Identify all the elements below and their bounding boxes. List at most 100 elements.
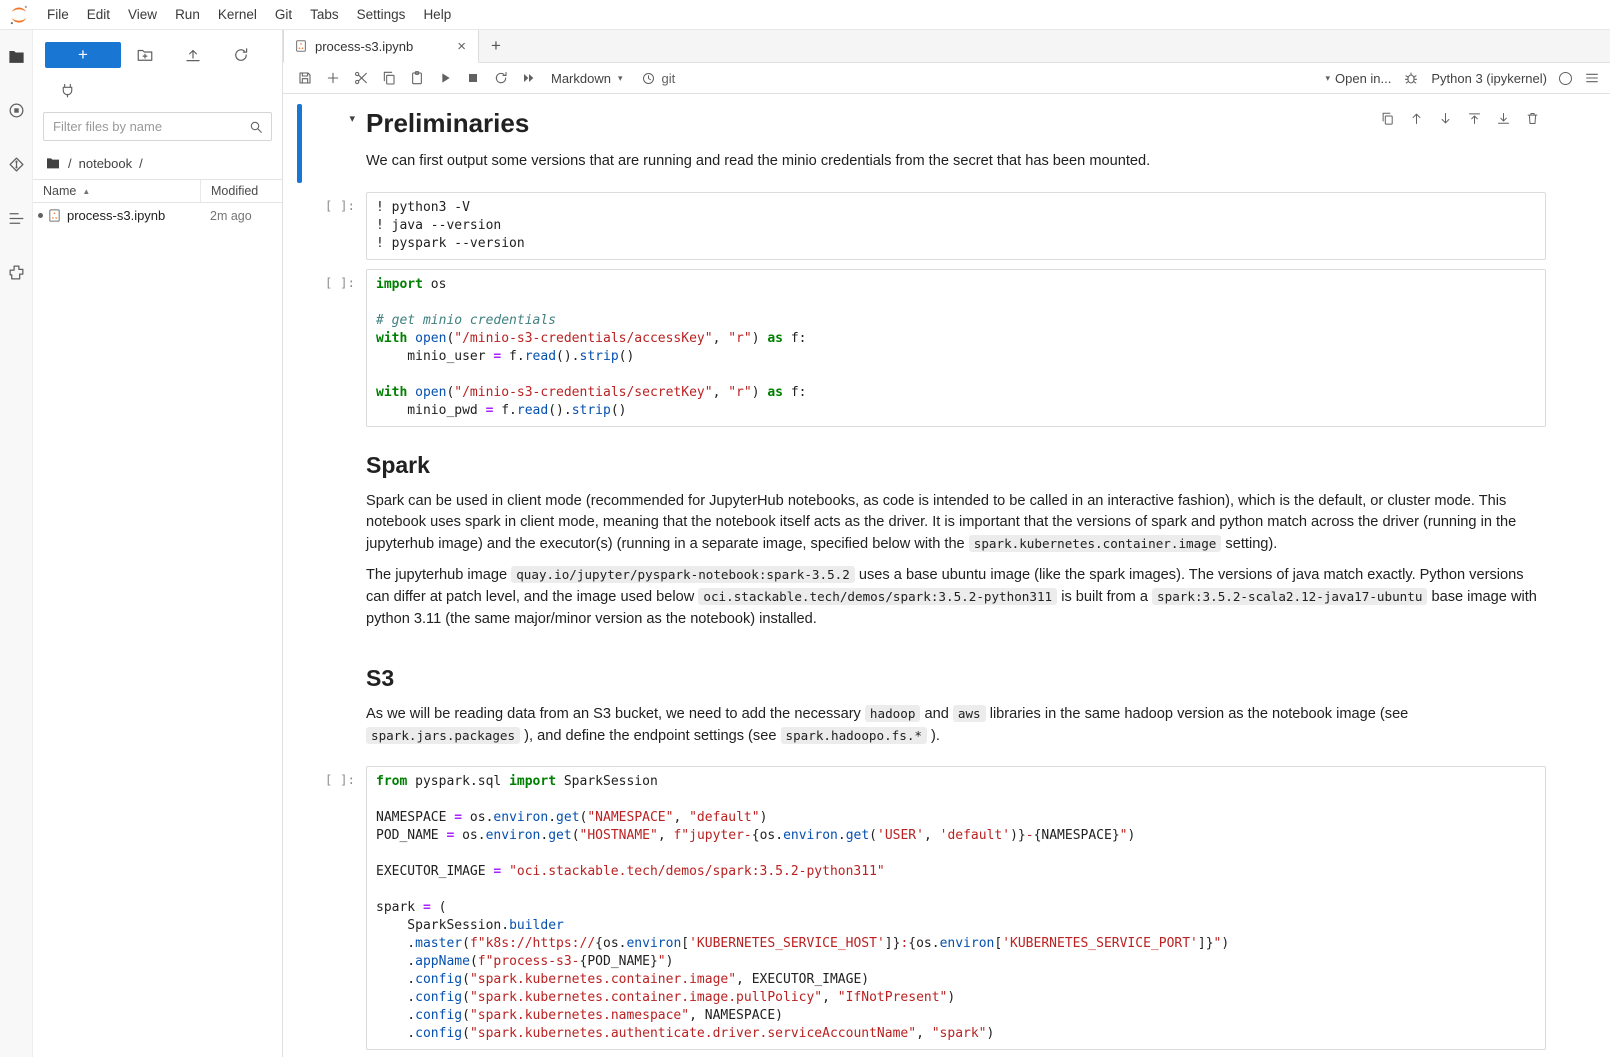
refresh-file-list-icon[interactable] bbox=[231, 45, 251, 65]
menubar: File Edit View Run Kernel Git Tabs Setti… bbox=[0, 0, 1610, 30]
run-cell-button[interactable] bbox=[431, 66, 459, 91]
fast-forward-icon bbox=[521, 70, 537, 86]
interrupt-kernel-button[interactable] bbox=[459, 66, 487, 91]
new-launcher-button[interactable]: + bbox=[45, 42, 121, 68]
restart-run-all-button[interactable] bbox=[515, 66, 543, 91]
tab-label: process-s3.ipynb bbox=[315, 39, 448, 54]
duplicate-cell-icon bbox=[1380, 111, 1395, 126]
new-folder-icon[interactable] bbox=[135, 45, 155, 65]
menu-kernel[interactable]: Kernel bbox=[209, 0, 266, 30]
menu-help[interactable]: Help bbox=[414, 0, 460, 30]
chevron-down-icon: ▾ bbox=[1325, 73, 1330, 84]
open-in-dropdown[interactable]: ▾ Open in... bbox=[1325, 71, 1391, 86]
move-cell-up-button[interactable] bbox=[1404, 107, 1428, 129]
delete-cell-button[interactable] bbox=[1520, 107, 1544, 129]
stop-icon bbox=[465, 70, 481, 86]
menu-file[interactable]: File bbox=[38, 0, 78, 30]
search-icon bbox=[248, 119, 264, 135]
insert-cell-below-icon bbox=[1496, 111, 1511, 126]
cut-icon bbox=[353, 70, 369, 86]
cell-prompt: [ ]: bbox=[302, 269, 366, 427]
file-browser-toolbar: + bbox=[33, 30, 282, 70]
kernel-name[interactable]: Python 3 (ipykernel) bbox=[1431, 71, 1547, 86]
git-toolbar-label[interactable]: git bbox=[662, 71, 676, 86]
notebook-cells: ▾ Preliminaries We can first output some v… bbox=[283, 104, 1610, 1050]
markdown-heading: Preliminaries bbox=[366, 108, 1546, 139]
cell-prompt bbox=[302, 649, 366, 757]
paste-cell-button[interactable] bbox=[403, 66, 431, 91]
menu-git[interactable]: Git bbox=[266, 0, 301, 30]
inline-code: oci.stackable.tech/demos/spark:3.5.2-pyt… bbox=[698, 588, 1057, 605]
cell-prompt: [ ]: bbox=[302, 192, 366, 260]
code-editor[interactable]: from pyspark.sql import SparkSession NAM… bbox=[366, 766, 1546, 1050]
cell-prompt: ▾ bbox=[302, 104, 366, 183]
code-editor[interactable]: import os # get minio credentialswith op… bbox=[366, 269, 1546, 427]
cut-cell-button[interactable] bbox=[347, 66, 375, 91]
run-icon bbox=[437, 70, 453, 86]
close-tab-icon[interactable]: × bbox=[455, 38, 468, 55]
debugger-bug-icon[interactable] bbox=[1403, 70, 1419, 86]
code-cell[interactable]: [ ]:from pyspark.sql import SparkSession… bbox=[297, 766, 1546, 1050]
markdown-cell[interactable]: Spark Spark can be used in client mode (r… bbox=[297, 436, 1546, 641]
breadcrumb-folder[interactable]: notebook bbox=[79, 156, 133, 171]
file-list-item[interactable]: process-s3.ipynb 2m ago bbox=[33, 203, 282, 228]
table-of-contents-tab-icon[interactable] bbox=[4, 206, 28, 230]
duplicate-cell-button[interactable] bbox=[1375, 107, 1399, 129]
insert-cell-above-button[interactable] bbox=[1462, 107, 1486, 129]
file-list-header: Name ▲ Modified bbox=[33, 179, 282, 203]
running-kernels-tab-icon[interactable] bbox=[4, 98, 28, 122]
history-icon[interactable] bbox=[641, 71, 656, 86]
breadcrumb[interactable]: / notebook / bbox=[33, 145, 282, 179]
heading-collapse-icon[interactable]: ▾ bbox=[349, 113, 355, 125]
inline-code: aws bbox=[953, 705, 986, 722]
insert-cell-below-button[interactable] bbox=[1491, 107, 1515, 129]
breadcrumb-sep: / bbox=[139, 156, 143, 171]
copy-cell-button[interactable] bbox=[375, 66, 403, 91]
tab-process-s3[interactable]: process-s3.ipynb × bbox=[283, 30, 479, 63]
file-browser-tab-icon[interactable] bbox=[4, 44, 28, 68]
sort-ascending-icon: ▲ bbox=[82, 187, 90, 196]
extension-manager-tab-icon[interactable] bbox=[4, 260, 28, 284]
notebook-toolbar: Markdown ▾ git ▾ Open in... Python 3 (ip… bbox=[283, 63, 1610, 94]
notebook-file-icon bbox=[294, 39, 308, 53]
kernel-status-icon[interactable] bbox=[1559, 72, 1572, 85]
cell-input-area: import os # get minio credentialswith op… bbox=[366, 269, 1546, 427]
inline-code: hadoop bbox=[865, 705, 921, 722]
file-modified: 2m ago bbox=[200, 209, 282, 223]
breadcrumb-root[interactable]: / bbox=[68, 156, 72, 171]
menu-view[interactable]: View bbox=[119, 0, 166, 30]
restart-kernel-button[interactable] bbox=[487, 66, 515, 91]
menu-tabs[interactable]: Tabs bbox=[301, 0, 348, 30]
cell-type-dropdown[interactable]: Markdown ▾ bbox=[551, 71, 623, 86]
move-cell-down-icon bbox=[1438, 111, 1453, 126]
markdown-cell[interactable]: S3As we will be reading data from an S3 … bbox=[297, 649, 1546, 757]
hamburger-menu-icon[interactable] bbox=[1584, 70, 1600, 86]
move-cell-down-button[interactable] bbox=[1433, 107, 1457, 129]
file-name: process-s3.ipynb bbox=[62, 208, 200, 223]
filter-files-input[interactable] bbox=[43, 112, 272, 141]
column-header-modified[interactable]: Modified bbox=[200, 180, 282, 202]
new-tab-button[interactable]: + bbox=[479, 30, 513, 62]
menu-settings[interactable]: Settings bbox=[348, 0, 415, 30]
dock-tab-bar: process-s3.ipynb × + bbox=[283, 30, 1610, 63]
git-clone-icon[interactable] bbox=[57, 80, 77, 100]
markdown-rendered-area: S3As we will be reading data from an S3 … bbox=[366, 649, 1546, 757]
save-button[interactable] bbox=[291, 66, 319, 91]
markdown-paragraph: We can first output some versions that a… bbox=[366, 151, 1546, 173]
markdown-heading: Spark bbox=[366, 452, 1546, 479]
git-tab-icon[interactable] bbox=[4, 152, 28, 176]
plus-icon bbox=[325, 70, 341, 86]
code-cell[interactable]: [ ]:import os # get minio credentialswit… bbox=[297, 269, 1546, 427]
insert-cell-button[interactable] bbox=[319, 66, 347, 91]
menu-edit[interactable]: Edit bbox=[78, 0, 119, 30]
code-cell[interactable]: [ ]:! python3 -V! java --version! pyspar… bbox=[297, 192, 1546, 260]
folder-icon bbox=[45, 155, 61, 171]
save-icon bbox=[297, 70, 313, 86]
notebook-panel[interactable]: ▾ Preliminaries We can first output some v… bbox=[283, 94, 1610, 1057]
markdown-cell[interactable]: ▾ Preliminaries We can first output some v… bbox=[297, 104, 1546, 183]
menu-run[interactable]: Run bbox=[166, 0, 209, 30]
code-editor[interactable]: ! python3 -V! java --version! pyspark --… bbox=[366, 192, 1546, 260]
upload-files-icon[interactable] bbox=[183, 45, 203, 65]
column-header-name[interactable]: Name ▲ bbox=[33, 184, 200, 198]
markdown-paragraph: Spark can be used in client mode (recomm… bbox=[366, 491, 1546, 556]
